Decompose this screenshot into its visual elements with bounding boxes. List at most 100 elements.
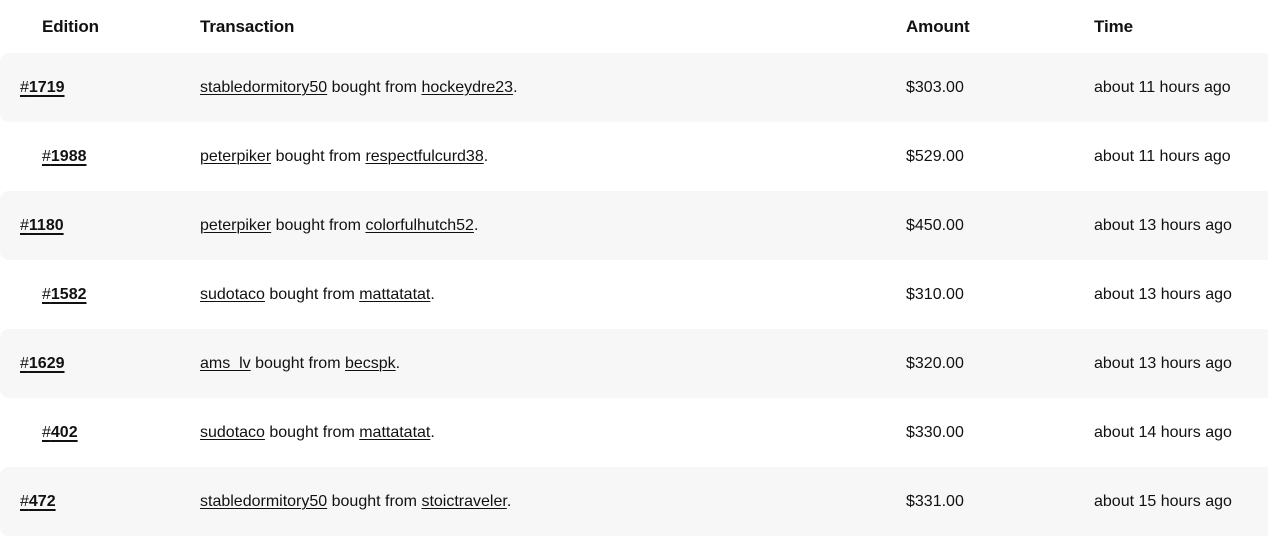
seller-link[interactable]: stoictraveler [421,493,506,510]
edition-cell-inner: #1988 [0,146,179,168]
edition-number: 1180 [29,217,64,234]
transactions-table: Edition Transaction Amount Time #1719 sta… [0,0,1268,536]
edition-hash: # [20,355,29,372]
transaction-middle-text: bought from [265,286,359,303]
transaction-end-text: . [430,424,434,441]
buyer-link[interactable]: stabledormitory50 [200,79,327,96]
transaction-cell-inner: sudotaco bought from mattatatat. [179,284,864,306]
column-header-amount-label: Amount [864,17,1060,37]
table-cell-edition: #1582 [0,260,179,329]
edition-hash: # [20,217,29,234]
edition-hash: # [42,148,51,165]
transaction-middle-text: bought from [327,493,421,510]
amount-value: $331.00 [864,491,1060,513]
buyer-link[interactable]: ams_lv [200,355,251,372]
time-value: about 11 hours ago [1060,77,1268,99]
table-cell-edition: #1719 [0,53,179,122]
time-value: about 11 hours ago [1060,146,1268,168]
edition-number: 402 [51,424,78,441]
transaction-end-text: . [507,493,511,510]
seller-link[interactable]: mattatatat [359,424,430,441]
table-cell-edition: #1629 [0,329,179,398]
buyer-link[interactable]: sudotaco [200,286,265,303]
amount-value: $303.00 [864,77,1060,99]
table-body: #1719 stabledormitory50 bought from hocke… [0,53,1268,536]
transaction-cell-inner: sudotaco bought from mattatatat. [179,422,864,444]
seller-link[interactable]: hockeydre23 [421,79,513,96]
column-header-amount: Amount [864,0,1060,53]
table-header-row: Edition Transaction Amount Time [0,0,1268,53]
seller-link[interactable]: colorfulhutch52 [365,217,474,234]
edition-link[interactable]: #1180 [20,217,64,234]
table-cell-amount: $529.00 [864,122,1060,191]
table-cell-transaction: sudotaco bought from mattatatat. [179,398,864,467]
table-cell-transaction: ams_lv bought from becspk. [179,329,864,398]
buyer-link[interactable]: sudotaco [200,424,265,441]
table-cell-time: about 15 hours ago [1060,467,1268,536]
table-row[interactable]: #402sudotaco bought from mattatatat.$330… [0,398,1268,467]
edition-link[interactable]: #472 [20,493,56,510]
amount-value: $330.00 [864,422,1060,444]
table-cell-amount: $450.00 [864,191,1060,260]
edition-link[interactable]: #1719 [20,79,65,96]
table-row[interactable]: #1180 peterpiker bought from colorfulhutc… [0,191,1268,260]
table-cell-transaction: peterpiker bought from colorfulhutch52. [179,191,864,260]
transaction-middle-text: bought from [271,217,365,234]
table-cell-time: about 11 hours ago [1060,53,1268,122]
transaction-end-text: . [430,286,434,303]
transaction-middle-text: bought from [271,148,365,165]
buyer-link[interactable]: peterpiker [200,148,271,165]
edition-number: 1988 [51,148,87,165]
column-header-time-label: Time [1060,17,1268,37]
column-header-edition: Edition [0,0,179,53]
edition-link[interactable]: #1629 [20,355,65,372]
column-header-transaction: Transaction [179,0,864,53]
table-cell-time: about 13 hours ago [1060,191,1268,260]
table-cell-transaction: stabledormitory50 bought from hockeydre2… [179,53,864,122]
seller-link[interactable]: becspk [345,355,396,372]
edition-cell-inner: #402 [0,422,179,444]
time-value: about 13 hours ago [1060,353,1268,375]
table-cell-transaction: stabledormitory50 bought from stoictrave… [179,467,864,536]
time-value: about 13 hours ago [1060,215,1268,237]
transaction-cell-inner: peterpiker bought from respectfulcurd38. [179,146,864,168]
time-value: about 14 hours ago [1060,422,1268,444]
table-cell-time: about 13 hours ago [1060,329,1268,398]
transaction-cell-inner: peterpiker bought from colorfulhutch52. [179,215,864,237]
edition-link[interactable]: #1988 [42,148,87,165]
table-cell-amount: $303.00 [864,53,1060,122]
transaction-middle-text: bought from [251,355,345,372]
edition-hash: # [42,424,51,441]
time-value: about 13 hours ago [1060,284,1268,306]
edition-number: 1719 [29,79,65,96]
edition-cell-inner: #1582 [0,284,179,306]
table-cell-amount: $331.00 [864,467,1060,536]
transaction-cell-inner: stabledormitory50 bought from hockeydre2… [179,77,864,99]
edition-hash: # [42,286,51,303]
edition-link[interactable]: #1582 [42,286,87,303]
table-cell-time: about 14 hours ago [1060,398,1268,467]
buyer-link[interactable]: peterpiker [200,217,271,234]
table-row[interactable]: #1582sudotaco bought from mattatatat.$31… [0,260,1268,329]
table-cell-edition: #472 [0,467,179,536]
time-value: about 15 hours ago [1060,491,1268,513]
table-row[interactable]: #472 stabledormitory50 bought from stoict… [0,467,1268,536]
table-cell-transaction: peterpiker bought from respectfulcurd38. [179,122,864,191]
edition-cell-inner: #1719 [0,77,179,99]
edition-cell-inner: #1180 [0,215,179,237]
seller-link[interactable]: mattatatat [359,286,430,303]
table-cell-edition: #1988 [0,122,179,191]
seller-link[interactable]: respectfulcurd38 [365,148,483,165]
table-row[interactable]: #1719 stabledormitory50 bought from hocke… [0,53,1268,122]
table-cell-amount: $310.00 [864,260,1060,329]
table-row[interactable]: #1988 peterpiker bought from respectfulcu… [0,122,1268,191]
edition-number: 1582 [51,286,87,303]
table-cell-amount: $330.00 [864,398,1060,467]
table-row[interactable]: #1629 ams_lv bought from becspk.$320.00ab… [0,329,1268,398]
edition-hash: # [20,79,29,96]
buyer-link[interactable]: stabledormitory50 [200,493,327,510]
edition-link[interactable]: #402 [42,424,78,441]
amount-value: $320.00 [864,353,1060,375]
transaction-middle-text: bought from [327,79,421,96]
transaction-middle-text: bought from [265,424,359,441]
